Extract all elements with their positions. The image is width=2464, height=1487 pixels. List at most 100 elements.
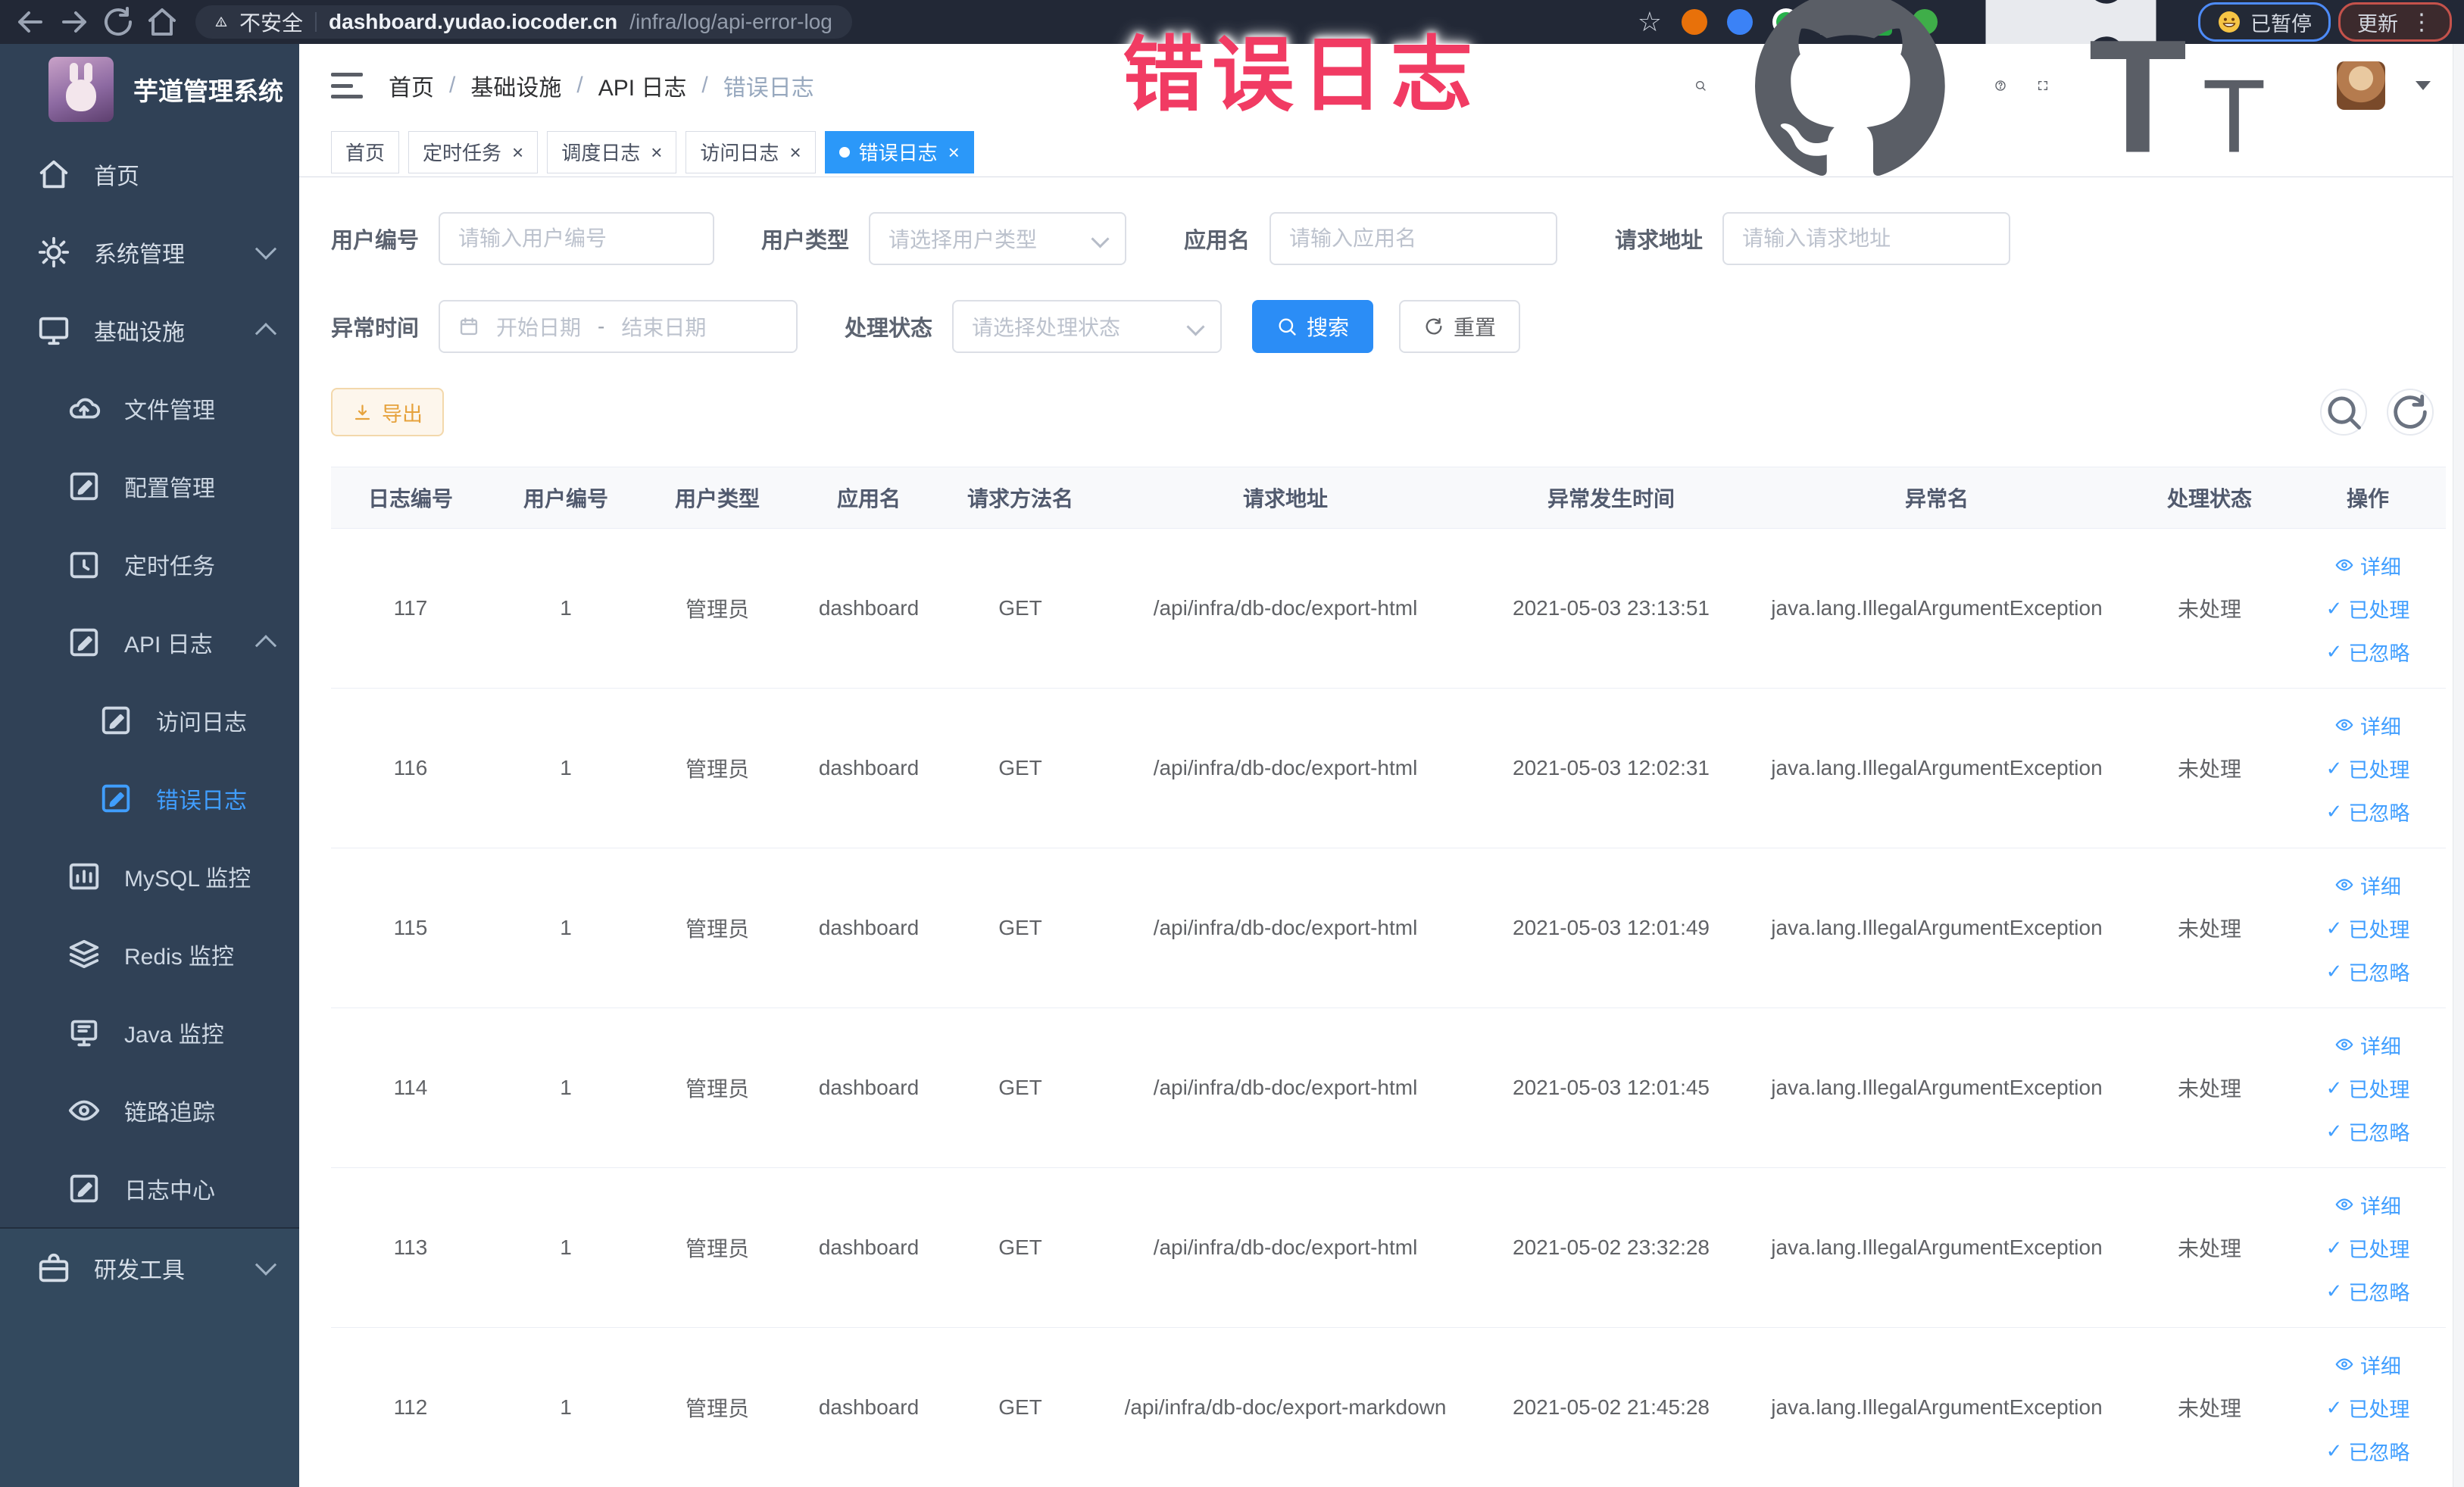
logo-row[interactable]: 芋道管理系统 xyxy=(0,44,299,135)
cell-request-url: /api/infra/db-doc/export-html xyxy=(1153,916,1418,939)
sidebar-item-链路追踪[interactable]: 链路追踪 xyxy=(0,1071,299,1149)
export-button[interactable]: 导出 xyxy=(331,388,444,436)
back-arrow-icon[interactable] xyxy=(12,4,48,40)
request-url-input[interactable] xyxy=(1722,212,2011,265)
cell-status: 未处理 xyxy=(2177,1397,2241,1420)
sidebar-item-MySQL-监控[interactable]: MySQL 监控 xyxy=(0,837,299,915)
action-已忽略[interactable]: ✓ 已忽略 xyxy=(2326,957,2410,986)
action-详细[interactable]: 详细 xyxy=(2334,711,2401,740)
sidebar-item-Java-监控[interactable]: Java 监控 xyxy=(0,993,299,1071)
cell-log-id: 113 xyxy=(393,1236,428,1259)
tab-错误日志[interactable]: 错误日志 × xyxy=(824,130,974,173)
app-root: 芋道管理系统 首页 系统管理 基础设施 文件管理 配置管理 定时任务 API 日志 访问日志错… xyxy=(0,0,2464,1487)
table-header-cell: 用户编号 xyxy=(523,487,608,511)
action-已处理[interactable]: ✓ 已处理 xyxy=(2326,1233,2410,1263)
action-已处理[interactable]: ✓ 已处理 xyxy=(2326,594,2410,623)
close-icon[interactable]: × xyxy=(947,142,960,162)
table-header-cell: 用户类型 xyxy=(674,487,760,511)
sidebar-item-label: Java 监控 xyxy=(124,1022,224,1048)
filter-row-2: 异常时间 开始日期 - 结束日期 处理状态 请选择处理状态 搜索 重置 xyxy=(331,300,2446,353)
action-已处理[interactable]: ✓ 已处理 xyxy=(2326,754,2410,783)
refresh-table-button[interactable] xyxy=(2387,389,2434,436)
action-详细[interactable]: 详细 xyxy=(2334,1190,2401,1220)
search-toggle-button[interactable] xyxy=(2320,389,2367,436)
cell-actions: 详细 ✓ 已处理 ✓ 已忽略 xyxy=(2293,529,2443,688)
tab-访问日志[interactable]: 访问日志 × xyxy=(685,130,816,173)
sidebar-item-首页[interactable]: 首页 xyxy=(0,135,299,213)
sidebar-item-文件管理[interactable]: 文件管理 xyxy=(0,369,299,447)
tab-label: 定时任务 xyxy=(423,142,502,164)
close-icon[interactable]: × xyxy=(788,142,801,162)
search-icon[interactable] xyxy=(1694,80,1707,92)
action-已忽略[interactable]: ✓ 已忽略 xyxy=(2326,1276,2410,1306)
address-bar[interactable]: 不安全 dashboard.yudao.iocoder.cn/infra/log… xyxy=(195,5,852,39)
help-icon[interactable] xyxy=(1994,80,2006,92)
edit-square-icon xyxy=(98,781,133,816)
bookmark-star-icon[interactable]: ☆ xyxy=(1638,6,1662,38)
sidebar-item-Redis-监控[interactable]: Redis 监控 xyxy=(0,915,299,993)
action-详细[interactable]: 详细 xyxy=(2334,551,2401,580)
cell-method: GET xyxy=(998,916,1042,939)
warning-icon xyxy=(215,16,227,28)
close-icon[interactable]: × xyxy=(649,142,662,162)
breadcrumb-item[interactable]: 基础设施 xyxy=(470,69,561,102)
cell-user-type: 管理员 xyxy=(685,598,749,621)
browser-home-icon[interactable] xyxy=(144,4,180,40)
sidebar-item-错误日志[interactable]: 错误日志 xyxy=(0,759,299,837)
action-已忽略[interactable]: ✓ 已忽略 xyxy=(2326,797,2410,826)
action-已处理[interactable]: ✓ 已处理 xyxy=(2326,1393,2410,1423)
sidebar-item-基础设施[interactable]: 基础设施 xyxy=(0,291,299,369)
tab-调度日志[interactable]: 调度日志 × xyxy=(547,130,677,173)
hamburger-icon[interactable] xyxy=(331,73,363,98)
eye-icon xyxy=(2334,1035,2354,1054)
action-已忽略[interactable]: ✓ 已忽略 xyxy=(2326,1436,2410,1466)
breadcrumb-item[interactable]: 首页 xyxy=(389,69,434,102)
tab-定时任务[interactable]: 定时任务 × xyxy=(408,130,539,173)
action-详细[interactable]: 详细 xyxy=(2334,870,2401,900)
check-icon: ✓ xyxy=(2325,916,2343,939)
reset-button[interactable]: 重置 xyxy=(1399,300,1521,353)
sidebar-item-研发工具[interactable]: 研发工具 xyxy=(0,1229,299,1307)
edit-square-icon xyxy=(67,469,101,504)
check-icon: ✓ xyxy=(2325,596,2343,620)
chevron-down-icon[interactable] xyxy=(2416,81,2431,90)
date-range-picker[interactable]: 开始日期 - 结束日期 xyxy=(439,300,798,353)
action-已处理[interactable]: ✓ 已处理 xyxy=(2326,914,2410,943)
page-scrollbar[interactable] xyxy=(2453,44,2464,1487)
sidebar-item-定时任务[interactable]: 定时任务 xyxy=(0,525,299,603)
sidebar-item-配置管理[interactable]: 配置管理 xyxy=(0,447,299,525)
close-icon[interactable]: × xyxy=(511,142,523,162)
user-type-placeholder: 请选择用户类型 xyxy=(888,228,1038,251)
sidebar-item-系统管理[interactable]: 系统管理 xyxy=(0,213,299,291)
eye-icon xyxy=(2334,555,2354,575)
app-title: 芋道管理系统 xyxy=(133,77,283,105)
sidebar-item-label: 访问日志 xyxy=(156,710,247,736)
action-已处理[interactable]: ✓ 已处理 xyxy=(2326,1073,2410,1103)
sidebar-item-日志中心[interactable]: 日志中心 xyxy=(0,1149,299,1227)
cell-exception-name: java.lang.IllegalArgumentException xyxy=(1771,1395,2103,1419)
request-url-label: 请求地址 xyxy=(1615,229,1704,253)
app-name-input[interactable] xyxy=(1269,212,1558,265)
action-详细[interactable]: 详细 xyxy=(2334,1350,2401,1379)
search-button[interactable]: 搜索 xyxy=(1252,300,1374,353)
process-status-select[interactable]: 请选择处理状态 xyxy=(952,300,1223,353)
java-monitor-icon xyxy=(67,1015,101,1050)
action-详细[interactable]: 详细 xyxy=(2334,1030,2401,1060)
sidebar-item-label: Redis 监控 xyxy=(124,944,235,970)
action-已忽略[interactable]: ✓ 已忽略 xyxy=(2326,1117,2410,1146)
forward-arrow-icon[interactable] xyxy=(56,4,92,40)
tab-首页[interactable]: 首页 xyxy=(331,130,400,173)
user-type-select[interactable]: 请选择用户类型 xyxy=(869,212,1127,265)
fullscreen-icon[interactable] xyxy=(2037,80,2049,92)
reload-icon[interactable] xyxy=(100,4,136,40)
eye-icon xyxy=(2334,715,2354,735)
breadcrumb-item[interactable]: API 日志 xyxy=(598,69,687,102)
user-id-input[interactable] xyxy=(439,212,715,265)
avatar[interactable] xyxy=(2337,61,2385,110)
action-已忽略[interactable]: ✓ 已忽略 xyxy=(2326,637,2410,667)
table-header-cell: 异常名 xyxy=(1904,487,1969,511)
sidebar-item-API-日志[interactable]: API 日志 xyxy=(0,603,299,681)
cell-request-url: /api/infra/db-doc/export-html xyxy=(1153,756,1418,779)
check-icon: ✓ xyxy=(2325,959,2343,982)
sidebar-item-访问日志[interactable]: 访问日志 xyxy=(0,681,299,759)
